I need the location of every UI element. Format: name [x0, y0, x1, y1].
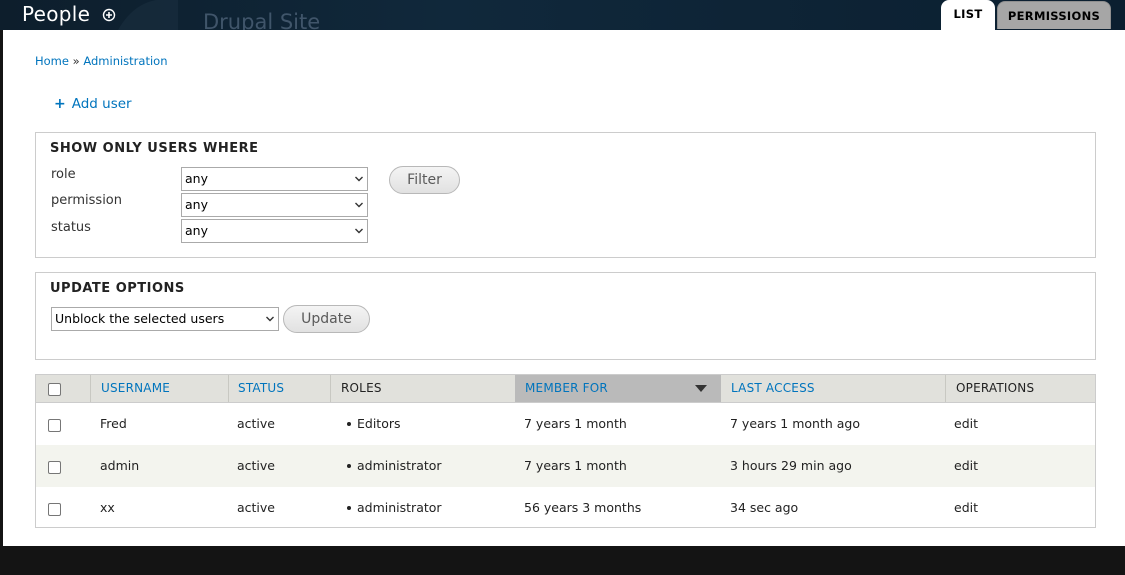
role-select-value: any [185, 171, 208, 186]
username-link[interactable]: Fred [100, 403, 127, 445]
column-roles: ROLES [330, 375, 515, 402]
permission-select[interactable]: any [181, 193, 368, 217]
filter-fieldset: SHOW ONLY USERS WHERE role any permissio… [35, 132, 1096, 258]
chevron-down-icon [355, 202, 363, 208]
roles-cell: administrator [347, 487, 442, 529]
table-row: xx active administrator 56 years 3 month… [36, 487, 1095, 529]
add-user-link[interactable]: + Add user [54, 96, 132, 112]
status-cell: active [237, 458, 275, 473]
bullet-icon [347, 505, 351, 510]
column-member-for-label: MEMBER FOR [525, 381, 608, 395]
status-cell: active [237, 416, 275, 431]
filter-legend: SHOW ONLY USERS WHERE [50, 141, 259, 156]
tab-permissions[interactable]: PERMISSIONS [997, 1, 1111, 29]
tab-list[interactable]: LIST [941, 0, 995, 30]
status-cell: active [237, 500, 275, 515]
table-row: admin active administrator 7 years 1 mon… [36, 445, 1095, 487]
update-button[interactable]: Update [283, 305, 370, 333]
column-member-for[interactable]: MEMBER FOR [515, 375, 721, 402]
sort-descending-icon [695, 385, 707, 392]
page-title: People [22, 2, 91, 26]
toolbar-header: People Drupal Site LIST PERMISSIONS [0, 0, 1125, 30]
filter-button[interactable]: Filter [389, 166, 460, 194]
username-link[interactable]: admin [100, 445, 139, 487]
update-action-select[interactable]: Unblock the selected users [51, 307, 279, 331]
status-select[interactable]: any [181, 219, 368, 243]
breadcrumb: Home » Administration [35, 54, 167, 68]
last-access-cell: 34 sec ago [730, 500, 799, 515]
plus-icon: + [54, 96, 66, 112]
role-value: administrator [357, 458, 442, 473]
role-select[interactable]: any [181, 167, 368, 191]
role-value: Editors [357, 416, 401, 431]
chevron-down-icon [355, 228, 363, 234]
member-for-cell: 56 years 3 months [524, 500, 642, 515]
breadcrumb-administration[interactable]: Administration [83, 54, 167, 68]
row-checkbox[interactable] [48, 419, 61, 432]
status-label: status [51, 220, 91, 235]
add-user-label: Add user [71, 96, 132, 112]
bullet-icon [347, 421, 351, 426]
bullet-icon [347, 463, 351, 468]
update-action-value: Unblock the selected users [55, 311, 225, 326]
edit-link[interactable]: edit [954, 403, 978, 445]
row-checkbox[interactable] [48, 461, 61, 474]
select-all-checkbox[interactable] [48, 383, 61, 396]
permission-label: permission [51, 193, 122, 208]
table-row: Fred active Editors 7 years 1 month 7 ye… [36, 403, 1095, 445]
status-select-value: any [185, 223, 208, 238]
column-last-access[interactable]: LAST ACCESS [721, 375, 946, 402]
edit-link[interactable]: edit [954, 445, 978, 487]
row-checkbox[interactable] [48, 503, 61, 516]
roles-cell: Editors [347, 403, 401, 445]
users-table: USERNAME STATUS ROLES MEMBER FOR LAST AC… [35, 374, 1096, 528]
last-access-cell: 3 hours 29 min ago [730, 458, 852, 473]
breadcrumb-separator: » [72, 54, 84, 68]
column-username[interactable]: USERNAME [90, 375, 228, 402]
last-access-cell: 7 years 1 month ago [730, 416, 861, 431]
permission-select-value: any [185, 197, 208, 212]
breadcrumb-home[interactable]: Home [35, 54, 69, 68]
table-header: USERNAME STATUS ROLES MEMBER FOR LAST AC… [36, 375, 1095, 403]
update-options-fieldset: UPDATE OPTIONS Unblock the selected user… [35, 272, 1096, 360]
roles-cell: administrator [347, 445, 442, 487]
logo-swoosh-icon [118, 0, 178, 30]
chevron-down-icon [355, 176, 363, 182]
column-operations: OPERATIONS [945, 375, 1095, 402]
member-for-cell: 7 years 1 month [524, 458, 627, 473]
edit-link[interactable]: edit [954, 487, 978, 529]
role-value: administrator [357, 500, 442, 515]
column-status[interactable]: STATUS [228, 375, 330, 402]
add-shortcut-icon[interactable] [102, 8, 116, 22]
member-for-cell: 7 years 1 month [524, 416, 627, 431]
username-link[interactable]: xx [100, 487, 115, 529]
chevron-down-icon [266, 316, 274, 322]
update-options-legend: UPDATE OPTIONS [50, 281, 185, 296]
site-name: Drupal Site [203, 10, 321, 30]
role-label: role [51, 167, 76, 182]
main-content: Home » Administration + Add user SHOW ONL… [3, 30, 1125, 546]
